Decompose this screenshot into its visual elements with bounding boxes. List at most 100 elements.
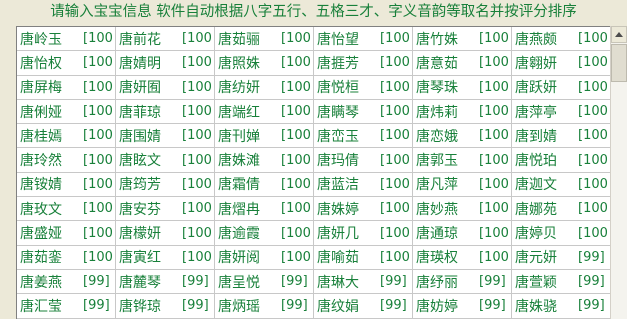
name-cell[interactable]: 唐恋娥 [100 [413,124,512,148]
name-cell[interactable]: 唐悦桓 [100 [314,75,413,99]
scroll-up-button[interactable] [611,26,627,43]
name-cell[interactable]: 唐熠冉 [100 [215,197,314,221]
name-cell[interactable]: 唐铧琼 [99] [116,294,215,318]
name-cell[interactable]: 唐凡萍 [100 [413,172,512,197]
candidate-score: [100 [83,176,113,192]
name-cell[interactable]: 唐妍囿 [100 [116,75,215,99]
vertical-scrollbar[interactable] [610,26,627,319]
candidate-score: [100 [281,79,311,95]
name-cell[interactable]: 唐妨婷 [99] [413,294,512,318]
name-cell[interactable]: 唐意茹 [100 [413,51,512,75]
name-cell[interactable]: 唐纾丽 [99] [413,269,512,294]
name-cell[interactable]: 唐萱颖 [99] [512,270,610,293]
candidate-name: 唐端红 [218,104,260,121]
candidate-score: [99] [281,298,308,314]
candidate-name: 唐筠芳 [119,177,161,194]
name-cell[interactable]: 唐峦玉 [100 [314,124,413,148]
name-cell[interactable]: 唐寅红 [100 [116,245,215,269]
candidate-name: 唐跃妍 [515,80,557,97]
name-cell[interactable]: 唐炜莉 [100 [413,99,512,124]
name-cell[interactable]: 唐竹姝 [100 [413,27,512,51]
candidate-score: [100 [380,31,410,47]
candidate-name: 唐瞒琴 [317,104,359,121]
name-cell[interactable]: 唐逾霞 [100 [215,221,314,245]
name-cell[interactable]: 唐盛娅 [100 [17,221,116,245]
name-cell[interactable]: 唐琴珠 [100 [413,75,512,99]
name-cell[interactable]: 唐姝骁 [99] [512,294,610,317]
candidate-score: [100 [281,201,311,217]
candidate-score: [100 [380,79,410,95]
name-cell[interactable]: 唐妍阅 [100 [215,245,314,269]
name-cell[interactable]: 唐燕颇 [100 [512,27,610,50]
name-cell[interactable]: 唐纹娟 [99] [314,294,413,318]
name-cell[interactable]: 唐蓝洁 [100 [314,172,413,197]
name-cell[interactable]: 唐麓琴 [99] [116,269,215,294]
grid-row: 唐屏梅 [100 唐妍囿 [100 唐纺妍 [100 唐悦桓 [100 唐琴珠 [100 唐跃妍 [1… [17,75,610,100]
candidate-name: 唐菲琼 [119,104,161,121]
name-cell[interactable]: 唐岭玉 [100 [17,27,116,51]
name-cell[interactable]: 唐跃妍 [100 [512,76,610,99]
name-cell[interactable]: 唐娜苑 [100 [512,197,610,220]
name-cell[interactable]: 唐怡权 [100 [17,51,116,75]
name-cell[interactable]: 唐纺妍 [100 [215,75,314,99]
name-cell[interactable]: 唐桂嫣 [100 [17,124,116,148]
name-cell[interactable]: 唐妍几 [100 [314,221,413,245]
candidate-name: 唐恋娥 [416,128,458,145]
name-cell[interactable]: 唐檬妍 [100 [116,221,215,245]
name-cell[interactable]: 唐俐娅 [100 [17,99,116,124]
name-cell[interactable]: 唐霜倩 [100 [215,172,314,197]
name-cell[interactable]: 唐怡望 [100 [314,27,413,51]
name-cell[interactable]: 唐茹骊 [100 [215,27,314,51]
name-cell[interactable]: 唐照姝 [100 [215,51,314,75]
candidate-score: [100 [281,152,311,168]
candidate-name: 唐玲然 [20,153,62,170]
name-cell[interactable]: 唐萍亭 [100 [512,100,610,123]
candidate-name: 唐喻茹 [317,250,359,267]
name-cell[interactable]: 唐通琼 [100 [413,221,512,245]
name-cell[interactable]: 唐妙燕 [100 [413,197,512,221]
scroll-thumb[interactable] [611,44,627,82]
name-cell[interactable]: 唐眩文 [100 [116,148,215,172]
candidate-score: [100 [578,55,608,71]
name-cell[interactable]: 唐围婧 [100 [116,124,215,148]
name-cell[interactable]: 唐婷贝 [100 [512,221,610,244]
name-cell[interactable]: 唐菲琼 [100 [116,99,215,124]
name-cell[interactable]: 唐端红 [100 [215,99,314,124]
name-cell[interactable]: 唐琳大 [99] [314,269,413,294]
candidate-name: 唐炳瑶 [218,298,260,315]
candidate-name: 唐寅红 [119,250,161,267]
name-cell[interactable]: 唐炳瑶 [99] [215,294,314,318]
name-cell[interactable]: 唐悦珀 [100 [512,148,610,171]
name-cell[interactable]: 唐茹銮 [100 [17,245,116,269]
name-cell[interactable]: 唐捱芳 [100 [314,51,413,75]
name-cell[interactable]: 唐刊婵 [100 [215,124,314,148]
candidate-name: 唐照姝 [218,55,260,72]
grid-row: 唐盛娅 [100 唐檬妍 [100 唐逾霞 [100 唐妍几 [100 唐通琼 [100 唐婷贝 [1… [17,221,610,246]
name-cell[interactable]: 唐玫文 [100 [17,197,116,221]
name-cell[interactable]: 唐姝滩 [100 [215,148,314,172]
name-cell[interactable]: 唐呈悦 [99] [215,269,314,294]
name-cell[interactable]: 唐姜燕 [99] [17,269,116,294]
name-cell[interactable]: 唐瑛权 [100 [413,245,512,269]
name-cell[interactable]: 唐屏梅 [100 [17,75,116,99]
name-cell[interactable]: 唐筠芳 [100 [116,172,215,197]
name-cell[interactable]: 唐铵婧 [100 [17,172,116,197]
name-cell[interactable]: 唐郭玉 [100 [413,148,512,172]
candidate-name: 唐凡萍 [416,177,458,194]
name-cell[interactable]: 唐瞒琴 [100 [314,99,413,124]
name-cell[interactable]: 唐元妍 [99] [512,246,610,269]
candidate-name: 唐瑛权 [416,250,458,267]
name-cell[interactable]: 唐前花 [100 [116,27,215,51]
name-cell[interactable]: 唐婧明 [100 [116,51,215,75]
candidate-score: [100 [182,249,212,265]
candidate-name: 唐霜倩 [218,177,260,194]
name-cell[interactable]: 唐喻茹 [100 [314,245,413,269]
name-cell[interactable]: 唐翱妍 [100 [512,51,610,74]
name-cell[interactable]: 唐汇莹 [99] [17,294,116,318]
name-cell[interactable]: 唐迦文 [100 [512,173,610,196]
name-cell[interactable]: 唐到婧 [100 [512,124,610,147]
name-cell[interactable]: 唐玲然 [100 [17,148,116,172]
name-cell[interactable]: 唐姝婷 [100 [314,197,413,221]
name-cell[interactable]: 唐玛倩 [100 [314,148,413,172]
name-cell[interactable]: 唐安芬 [100 [116,197,215,221]
